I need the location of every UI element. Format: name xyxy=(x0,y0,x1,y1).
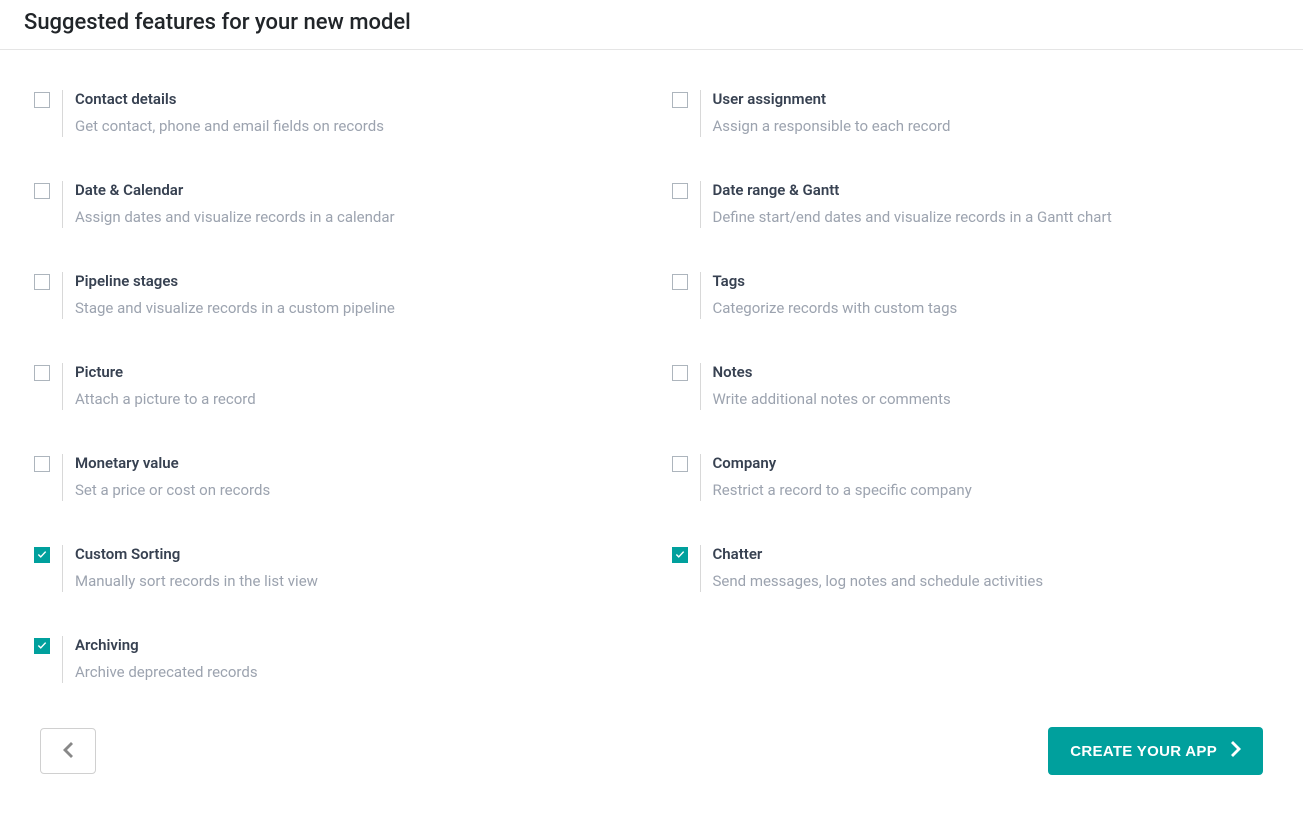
feature-description: Categorize records with custom tags xyxy=(713,298,958,319)
features-grid: Contact details Get contact, phone and em… xyxy=(0,50,1303,715)
feature-text: Company Restrict a record to a specific c… xyxy=(700,454,972,501)
checkbox-pipeline-stages[interactable] xyxy=(34,274,50,290)
feature-item-tags: Tags Categorize records with custom tags xyxy=(662,250,1280,341)
feature-item-chatter: Chatter Send messages, log notes and sche… xyxy=(662,523,1280,614)
page-title: Suggested features for your new model xyxy=(0,0,1303,50)
feature-item-pipeline-stages: Pipeline stages Stage and visualize recor… xyxy=(24,250,642,341)
feature-text: Pipeline stages Stage and visualize recor… xyxy=(62,272,395,319)
checkbox-contact-details[interactable] xyxy=(34,92,50,108)
feature-item-monetary-value: Monetary value Set a price or cost on rec… xyxy=(24,432,642,523)
feature-description: Stage and visualize records in a custom … xyxy=(75,298,395,319)
feature-description: Send messages, log notes and schedule ac… xyxy=(713,571,1044,592)
feature-title: Archiving xyxy=(75,636,258,654)
feature-text: Custom Sorting Manually sort records in t… xyxy=(62,545,318,592)
feature-description: Assign a responsible to each record xyxy=(713,116,951,137)
feature-title: Company xyxy=(713,454,972,472)
feature-text: Monetary value Set a price or cost on rec… xyxy=(62,454,270,501)
feature-description: Manually sort records in the list view xyxy=(75,571,318,592)
feature-item-date-calendar: Date & Calendar Assign dates and visualiz… xyxy=(24,159,642,250)
checkbox-user-assignment[interactable] xyxy=(672,92,688,108)
back-button[interactable] xyxy=(40,728,96,774)
feature-description: Set a price or cost on records xyxy=(75,480,270,501)
feature-item-company: Company Restrict a record to a specific c… xyxy=(662,432,1280,523)
create-app-button[interactable]: CREATE YOUR APP xyxy=(1048,727,1263,775)
feature-description: Restrict a record to a specific company xyxy=(713,480,972,501)
checkbox-notes[interactable] xyxy=(672,365,688,381)
checkbox-custom-sorting[interactable] xyxy=(34,547,50,563)
checkbox-date-calendar[interactable] xyxy=(34,183,50,199)
feature-title: Tags xyxy=(713,272,958,290)
footer-bar: CREATE YOUR APP xyxy=(0,715,1303,787)
checkbox-company[interactable] xyxy=(672,456,688,472)
chevron-left-icon xyxy=(63,742,73,761)
chevron-right-icon xyxy=(1231,741,1241,761)
feature-description: Assign dates and visualize records in a … xyxy=(75,207,395,228)
feature-text: User assignment Assign a responsible to e… xyxy=(700,90,951,137)
feature-item-date-range-gantt: Date range & Gantt Define start/end dates… xyxy=(662,159,1280,250)
feature-item-user-assignment: User assignment Assign a responsible to e… xyxy=(662,68,1280,159)
checkbox-picture[interactable] xyxy=(34,365,50,381)
feature-description: Get contact, phone and email fields on r… xyxy=(75,116,384,137)
feature-title: Date & Calendar xyxy=(75,181,395,199)
feature-text: Notes Write additional notes or comments xyxy=(700,363,951,410)
feature-title: Contact details xyxy=(75,90,384,108)
feature-item-picture: Picture Attach a picture to a record xyxy=(24,341,642,432)
feature-description: Attach a picture to a record xyxy=(75,389,256,410)
feature-description: Archive deprecated records xyxy=(75,662,258,683)
feature-title: Notes xyxy=(713,363,951,381)
feature-title: Custom Sorting xyxy=(75,545,318,563)
checkbox-archiving[interactable] xyxy=(34,638,50,654)
feature-title: User assignment xyxy=(713,90,951,108)
feature-description: Define start/end dates and visualize rec… xyxy=(713,207,1112,228)
feature-title: Chatter xyxy=(713,545,1044,563)
checkbox-date-range-gantt[interactable] xyxy=(672,183,688,199)
feature-title: Monetary value xyxy=(75,454,270,472)
feature-text: Picture Attach a picture to a record xyxy=(62,363,256,410)
feature-text: Archiving Archive deprecated records xyxy=(62,636,258,683)
feature-text: Chatter Send messages, log notes and sche… xyxy=(700,545,1044,592)
feature-item-notes: Notes Write additional notes or comments xyxy=(662,341,1280,432)
checkbox-monetary-value[interactable] xyxy=(34,456,50,472)
feature-item-custom-sorting: Custom Sorting Manually sort records in t… xyxy=(24,523,642,614)
feature-title: Date range & Gantt xyxy=(713,181,1112,199)
checkbox-tags[interactable] xyxy=(672,274,688,290)
feature-description: Write additional notes or comments xyxy=(713,389,951,410)
feature-item-contact-details: Contact details Get contact, phone and em… xyxy=(24,68,642,159)
feature-title: Picture xyxy=(75,363,256,381)
checkbox-chatter[interactable] xyxy=(672,547,688,563)
feature-text: Date range & Gantt Define start/end dates… xyxy=(700,181,1112,228)
create-app-label: CREATE YOUR APP xyxy=(1070,743,1217,760)
feature-item-archiving: Archiving Archive deprecated records xyxy=(24,614,642,705)
feature-title: Pipeline stages xyxy=(75,272,395,290)
feature-text: Contact details Get contact, phone and em… xyxy=(62,90,384,137)
feature-text: Tags Categorize records with custom tags xyxy=(700,272,958,319)
feature-text: Date & Calendar Assign dates and visualiz… xyxy=(62,181,395,228)
